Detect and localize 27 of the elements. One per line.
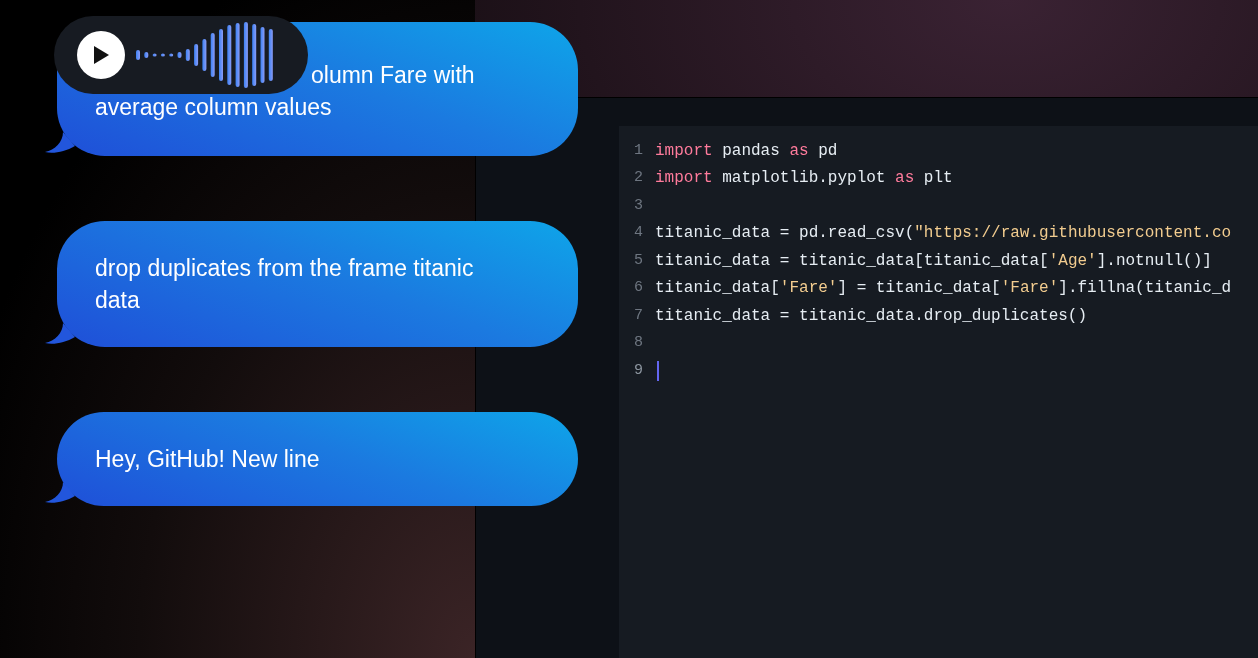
line-number: 6 — [633, 278, 644, 298]
bubble-tail-icon — [45, 323, 75, 345]
waveform-icon — [136, 21, 276, 89]
message-text: olumn Fare with — [310, 61, 476, 90]
line-number: 3 — [633, 195, 644, 216]
line-number: 2 — [633, 168, 644, 188]
line-number: 4 — [633, 223, 644, 243]
line-number: 7 — [633, 305, 644, 326]
message-text: data — [95, 286, 141, 315]
line-number: 5 — [633, 250, 644, 271]
code-line: import matplotlib.pyplot as plt — [655, 168, 953, 190]
code-line: import pandas as pd — [655, 140, 838, 162]
play-icon — [92, 45, 110, 65]
text-cursor — [657, 360, 659, 381]
bubble-tail-icon — [45, 482, 75, 504]
message-text: Hey, GitHub! New line — [95, 445, 321, 474]
code-line: titanic_data = titanic_data[titanic_data['Age'].notnull()] — [655, 250, 1212, 272]
line-number: 8 — [633, 333, 644, 353]
play-button[interactable] — [77, 31, 125, 79]
message-text: drop duplicates from the frame titanic — [95, 254, 475, 283]
code-line: titanic_data['Fare'] = titanic_data['Fare'].fillna(titanic_d — [655, 278, 1232, 300]
code-line: titanic_data = pd.read_csv("https://raw.githubusercontent.co — [655, 223, 1232, 245]
code-line: titanic_data = titanic_data.drop_duplicates() — [655, 305, 1088, 327]
message-text: average column values — [95, 93, 333, 122]
line-number: 1 — [633, 140, 644, 161]
bubble-tail-icon — [45, 132, 75, 154]
line-number: 9 — [633, 360, 644, 381]
